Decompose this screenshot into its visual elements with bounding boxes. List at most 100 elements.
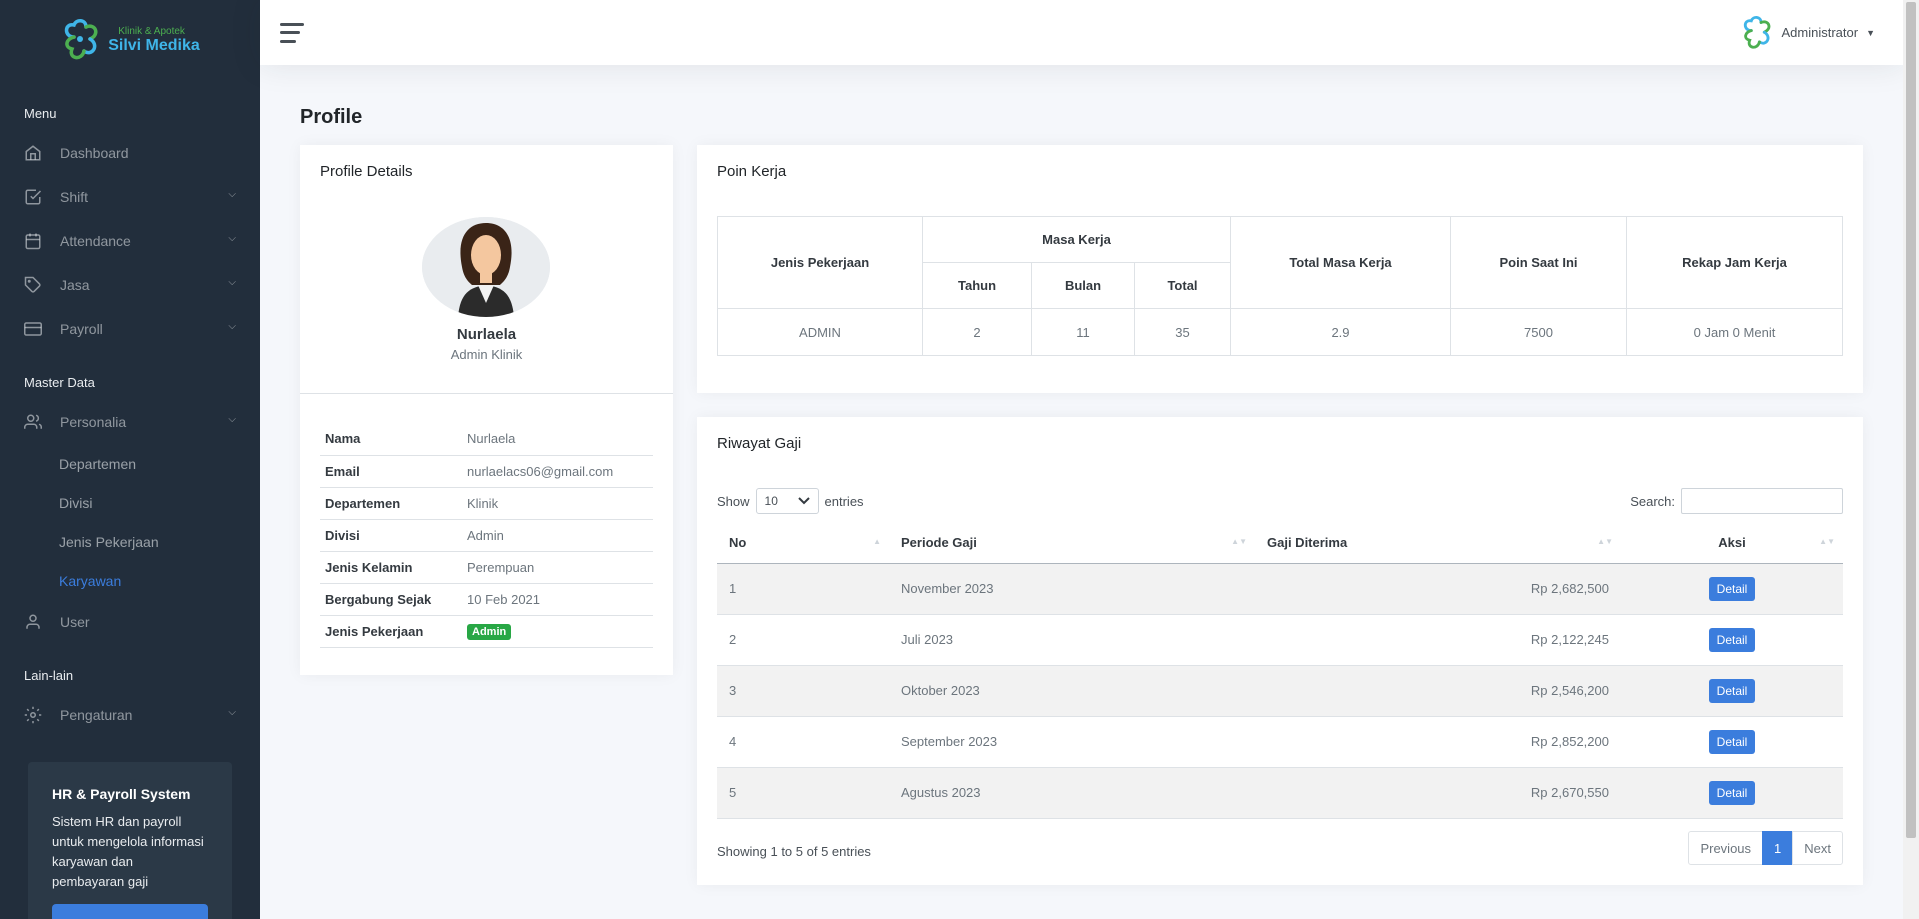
sidebar-subitem-departemen[interactable]: Departemen [0,444,260,483]
col-label: Aksi [1718,535,1746,551]
col-masa-kerja: Masa Kerja [922,216,1231,263]
chevron-down-icon: ⌵ [228,233,236,244]
page-title: Profile [300,106,363,128]
sidebar-item-dashboard[interactable]: Dashboard [0,131,260,175]
sidebar-subitem-divisi[interactable]: Divisi [0,483,260,522]
detail-button[interactable]: Detail [1708,729,1756,754]
sidebar-item-attendance[interactable]: Attendance ⌵ [0,219,260,263]
profile-role: Admin Klinik [450,347,523,362]
cell-gaji: Rp 2,682,500 [1255,563,1621,615]
col-label: No [729,535,747,551]
cell-no: 1 [717,563,889,615]
cell-tahun: 2 [922,308,1032,356]
sidebar-item-payroll[interactable]: Payroll ⌵ [0,307,260,351]
cell-total: 35 [1134,308,1231,356]
search-input[interactable] [1681,488,1843,514]
sidebar-item-shift[interactable]: Shift ⌵ [0,175,260,219]
sidebar-cta: HR & Payroll System Sistem HR dan payrol… [28,762,232,919]
user-name: Administrator [1781,25,1859,40]
cta-button[interactable] [52,904,208,919]
col-total: Total [1134,262,1231,309]
col-aksi[interactable]: Aksi ▲▼ [1621,523,1843,564]
table-row: ADMIN 2 11 35 2.9 7500 0 Jam 0 Menit [717,308,1843,356]
entries-length-control: Show 10 entries [717,488,864,514]
cell-periode: Juli 2023 [889,614,1255,666]
cell-gaji: Rp 2,852,200 [1255,716,1621,768]
profile-name: Nurlaela [456,326,517,343]
info-row-bergabung: Bergabung Sejak 10 Feb 2021 [320,583,653,616]
detail-button[interactable]: Detail [1708,780,1756,805]
status-badge: Admin [467,623,512,640]
chevron-down-icon: ⌵ [228,707,236,718]
col-tahun: Tahun [922,262,1032,309]
brand-tagline: Klinik & Apotek [118,25,185,37]
home-icon [24,144,42,162]
user-icon [24,613,42,631]
chevron-down-icon [797,497,810,505]
entries-select[interactable]: 10 [755,488,819,514]
sort-icon: ▲ [873,537,881,546]
profile-photo [422,217,550,317]
check-square-icon [24,188,42,206]
sidebar-subitem-karyawan[interactable]: Karyawan [0,561,260,600]
info-key: Divisi [320,519,462,552]
divider [300,393,673,394]
info-value: Nurlaela [462,423,653,456]
col-gaji[interactable]: Gaji Diterima ▲▼ [1255,523,1621,564]
entries-value: 10 [764,494,778,508]
col-label: Gaji Diterima [1267,535,1348,551]
users-icon [24,413,42,431]
cell-gaji: Rp 2,670,550 [1255,767,1621,819]
brand-name: Silvi Medika [108,36,200,54]
detail-button[interactable]: Detail [1708,576,1756,601]
brand[interactable]: Klinik & Apotek Silvi Medika [0,0,260,80]
profile-card-title: Profile Details [320,163,413,180]
col-periode[interactable]: Periode Gaji ▲▼ [889,523,1255,564]
pagination-page-1[interactable]: 1 [1762,831,1794,865]
sidebar-header-menu: Menu [24,106,57,121]
user-dropdown[interactable]: Administrator ▼ [1740,14,1875,52]
info-value: Klinik [462,487,653,520]
cell-no: 5 [717,767,889,819]
info-value: Admin [462,615,653,648]
sidebar-item-jasa[interactable]: Jasa ⌵ [0,263,260,307]
cta-title: HR & Payroll System [52,786,191,802]
pagination: Previous 1 Next [1688,831,1843,865]
riwayat-gaji-card: Riwayat Gaji Show 10 entries Search: No ▲… [697,417,1863,885]
page-scrollbar[interactable] [1903,0,1919,919]
cell-no: 4 [717,716,889,768]
info-row-departemen: Departemen Klinik [320,487,653,520]
sidebar-item-label: Payroll [60,321,103,337]
sidebar: Klinik & Apotek Silvi Medika Menu Dashbo… [0,0,260,919]
pagination-previous[interactable]: Previous [1688,831,1764,865]
sidebar-item-label: Jasa [60,277,90,293]
table-row: 1 November 2023 Rp 2,682,500 Detail [717,563,1843,615]
sidebar-item-personalia[interactable]: Personalia ⌵ [0,400,260,444]
sidebar-item-pengaturan[interactable]: Pengaturan ⌵ [0,693,260,737]
info-value: Perempuan [462,551,653,584]
info-key: Jenis Kelamin [320,551,462,584]
table-info: Showing 1 to 5 of 5 entries [717,844,871,859]
profile-card: Profile Details Nurlaela Admin Klinik Na… [300,145,673,675]
sidebar-item-user[interactable]: User [0,600,260,644]
cell-no: 3 [717,665,889,717]
sidebar-item-label: Pengaturan [60,707,133,723]
info-key: Departemen [320,487,462,520]
info-value: 10 Feb 2021 [462,583,653,616]
avatar [1743,15,1770,49]
table-search: Search: [1630,488,1843,514]
detail-button[interactable]: Detail [1708,678,1756,703]
search-label: Search: [1630,493,1675,509]
cell-poin: 7500 [1450,308,1627,356]
detail-button[interactable]: Detail [1708,627,1756,652]
table-row: 2 Juli 2023 Rp 2,122,245 Detail [717,614,1843,666]
sidebar-subitem-jenis-pekerjaan[interactable]: Jenis Pekerjaan [0,522,260,561]
sidebar-header-master: Master Data [24,375,95,390]
cell-periode: November 2023 [889,563,1255,615]
col-no[interactable]: No ▲ [717,523,889,564]
cell-jenis: ADMIN [717,308,923,356]
chevron-down-icon: ⌵ [228,321,236,332]
hamburger-menu-icon[interactable] [280,22,304,43]
pagination-next[interactable]: Next [1792,831,1843,865]
sort-icon: ▲▼ [1819,537,1835,546]
